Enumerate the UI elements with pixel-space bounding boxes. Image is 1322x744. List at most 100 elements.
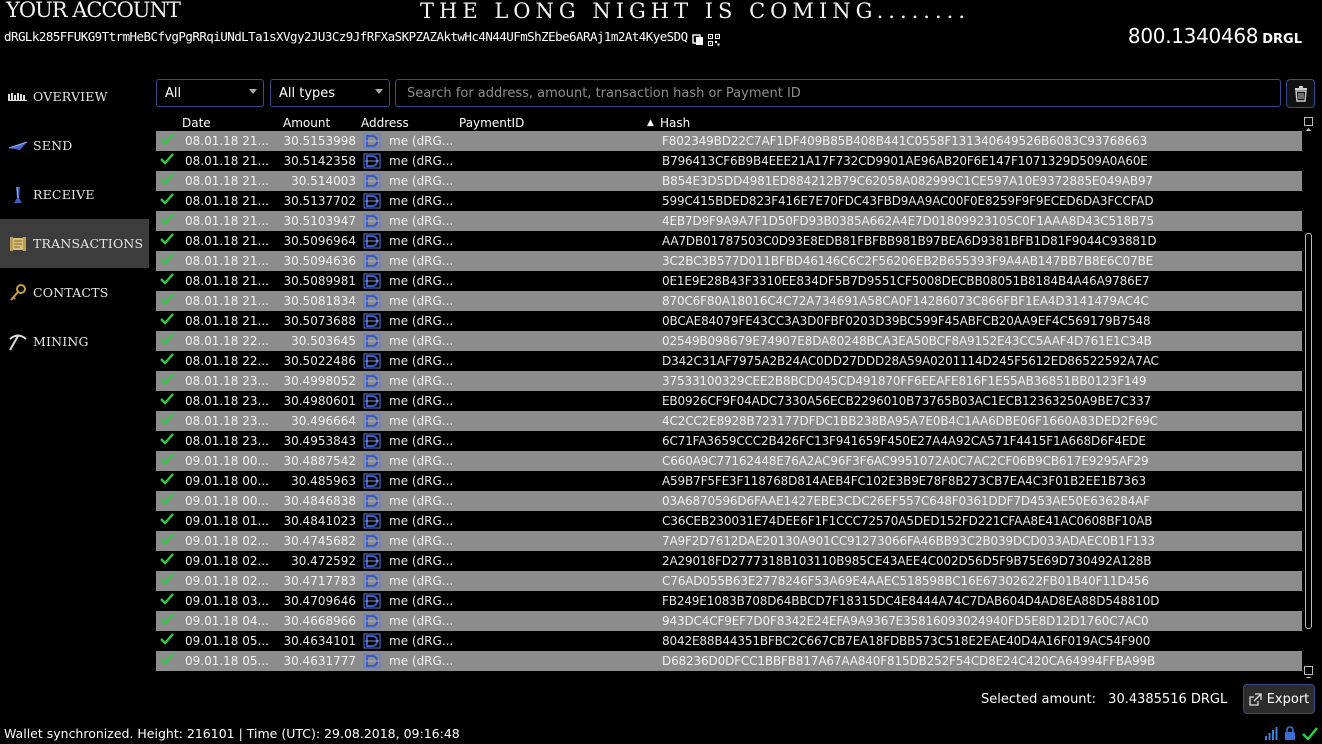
table-scrollbar[interactable] <box>1303 115 1315 678</box>
confirmed-check-icon <box>160 633 174 648</box>
row-date: 09.01.18 05... <box>185 634 269 648</box>
qr-code-icon[interactable] <box>707 31 720 46</box>
row-date: 08.01.18 21... <box>185 254 269 268</box>
table-row[interactable]: 09.01.18 04... 30.4668966 me (dRG... 943DC4… <box>156 611 1302 631</box>
column-header-date[interactable]: Date <box>182 116 211 130</box>
row-date: 08.01.18 23... <box>185 414 269 428</box>
table-row[interactable]: 08.01.18 21... 30.5137702 me (dRG... 599C41… <box>156 191 1302 211</box>
balance-ticker: DRGL <box>1262 32 1302 47</box>
confirmed-check-icon <box>160 373 174 388</box>
confirmed-check-icon <box>160 593 174 608</box>
scroll-up-button[interactable] <box>1304 117 1313 131</box>
table-row[interactable]: 08.01.18 23... 30.4980601 me (dRG... EB0926… <box>156 391 1302 411</box>
table-row[interactable]: 08.01.18 21... 30.5142358 me (dRG... B79641… <box>156 151 1302 171</box>
table-row[interactable]: 08.01.18 23... 30.496664 me (dRG... 4C2CC2E… <box>156 411 1302 431</box>
column-header-amount[interactable]: Amount <box>283 116 330 130</box>
table-row[interactable]: 08.01.18 22... 30.503645 me (dRG... 02549B0… <box>156 331 1302 351</box>
scroll-thumb[interactable] <box>1305 233 1312 629</box>
table-row[interactable]: 09.01.18 01... 30.4841023 me (dRG... C36CEB… <box>156 511 1302 531</box>
row-date: 09.01.18 02... <box>185 574 269 588</box>
row-address: me (dRG... <box>389 434 454 448</box>
column-header-payment-id[interactable]: PaymentID <box>459 116 524 130</box>
sidebar-item-mining[interactable]: MINING <box>0 317 149 366</box>
row-hash: C76AD055B63E2778246F53A69E4AAEC518598BC1… <box>662 574 1149 588</box>
table-row[interactable]: 08.01.18 21... 30.5153998 me (dRG... F80234… <box>156 131 1302 151</box>
row-address: me (dRG... <box>389 334 454 348</box>
table-row[interactable]: 08.01.18 21... 30.5073688 me (dRG... 0BCAE8… <box>156 311 1302 331</box>
row-date: 08.01.18 21... <box>185 294 269 308</box>
row-address: me (dRG... <box>389 494 454 508</box>
copy-icon[interactable] <box>691 31 704 45</box>
column-header-hash[interactable]: Hash <box>660 116 690 130</box>
sidebar-item-send[interactable]: SEND <box>0 121 149 170</box>
confirmed-check-icon <box>160 413 174 428</box>
column-header-address[interactable]: Address <box>361 116 409 130</box>
address-identicon-icon <box>363 653 381 672</box>
filter-bar: All All types <box>156 79 1315 109</box>
scroll-down-button[interactable] <box>1304 666 1313 678</box>
tagline: THE LONG NIGHT IS COMING........ <box>420 0 970 23</box>
row-amount: 30.514003 <box>291 174 356 188</box>
period-select[interactable]: All <box>156 79 264 107</box>
row-address: me (dRG... <box>389 474 454 488</box>
lock-icon[interactable] <box>1284 726 1296 740</box>
row-hash: F802349BD22C7AF1DF409B85B408B441C0558F13… <box>662 134 1148 148</box>
table-row-partial <box>156 671 1302 677</box>
row-hash: FB249E1083B708D64BBCD7F18315DC4E8444A74C… <box>662 594 1160 608</box>
table-row[interactable]: 08.01.18 21... 30.5089981 me (dRG... 0E1E9E… <box>156 271 1302 291</box>
clear-filter-button[interactable] <box>1286 79 1315 108</box>
wallet-address[interactable]: dRGLk285FFUKG9TtrmHeBCfvgPgRRqiUNdLTa1sX… <box>4 29 688 44</box>
send-icon <box>8 137 28 155</box>
table-row[interactable]: 08.01.18 21... 30.5096964 me (dRG... AA7DB0… <box>156 231 1302 251</box>
row-amount: 30.5081834 <box>283 294 356 308</box>
type-select[interactable]: All types <box>270 79 390 107</box>
table-row[interactable]: 09.01.18 05... 30.4634101 me (dRG... 8042E8… <box>156 631 1302 651</box>
trash-icon <box>1294 85 1307 102</box>
row-hash: 0E1E9E28B43F3310EE834DF5B7D9551CF5008DEC… <box>662 274 1150 288</box>
row-hash: 2A29018FD2777318B103110B985CE43AEE4C002D… <box>662 554 1152 568</box>
address-identicon-icon <box>363 313 381 332</box>
table-row[interactable]: 08.01.18 21... 30.5094636 me (dRG... 3C2BC3… <box>156 251 1302 271</box>
status-icons <box>1264 726 1318 740</box>
row-amount: 30.4634101 <box>283 634 356 648</box>
row-amount: 30.4846838 <box>283 494 356 508</box>
table-row[interactable]: 09.01.18 05... 30.4631777 me (dRG... D68236… <box>156 651 1302 671</box>
row-hash: 599C415BDED823F416E7E70FDC43FBD9AA9AC00F… <box>662 194 1154 208</box>
table-row[interactable]: 09.01.18 02... 30.4745682 me (dRG... 7A9F2D… <box>156 531 1302 551</box>
export-button[interactable]: Export <box>1243 684 1315 714</box>
table-row[interactable]: 08.01.18 23... 30.4998052 me (dRG... 375331… <box>156 371 1302 391</box>
row-address: me (dRG... <box>389 514 454 528</box>
confirmed-check-icon <box>160 493 174 508</box>
table-row[interactable]: 09.01.18 02... 30.4717783 me (dRG... C76AD0… <box>156 571 1302 591</box>
mining-icon <box>8 333 28 351</box>
row-date: 08.01.18 23... <box>185 434 269 448</box>
sidebar-item-transactions[interactable]: TRANSACTIONS <box>0 219 149 268</box>
row-address: me (dRG... <box>389 154 454 168</box>
table-row[interactable]: 09.01.18 00... 30.485963 me (dRG... A59B7F5… <box>156 471 1302 491</box>
confirmed-check-icon <box>160 253 174 268</box>
sidebar-item-label: CONTACTS <box>33 285 109 300</box>
table-row[interactable]: 08.01.18 23... 30.4953843 me (dRG... 6C71FA… <box>156 431 1302 451</box>
confirmed-check-icon <box>160 573 174 588</box>
table-row[interactable]: 09.01.18 00... 30.4887542 me (dRG... C660A9… <box>156 451 1302 471</box>
sidebar-item-receive[interactable]: RECEIVE <box>0 170 149 219</box>
sidebar-item-contacts[interactable]: CONTACTS <box>0 268 149 317</box>
row-date: 08.01.18 23... <box>185 374 269 388</box>
sidebar-item-overview[interactable]: OVERVIEW <box>0 72 149 121</box>
row-date: 09.01.18 04... <box>185 614 269 628</box>
row-address: me (dRG... <box>389 394 454 408</box>
table-row[interactable]: 08.01.18 22... 30.5022486 me (dRG... D342C3… <box>156 351 1302 371</box>
table-row[interactable]: 08.01.18 21... 30.5081834 me (dRG... 870C6F… <box>156 291 1302 311</box>
table-row[interactable]: 09.01.18 02... 30.472592 me (dRG... 2A29018… <box>156 551 1302 571</box>
network-signal-icon[interactable] <box>1264 726 1278 740</box>
table-row[interactable]: 08.01.18 21... 30.5103947 me (dRG... 4EB7D9… <box>156 211 1302 231</box>
row-amount: 30.4668966 <box>283 614 356 628</box>
row-amount: 30.472592 <box>291 554 356 568</box>
table-row[interactable]: 08.01.18 21... 30.514003 me (dRG... B854E3D… <box>156 171 1302 191</box>
sidebar-item-label: RECEIVE <box>33 187 95 202</box>
search-input[interactable] <box>395 79 1281 107</box>
table-row[interactable]: 09.01.18 00... 30.4846838 me (dRG... 03A687… <box>156 491 1302 511</box>
address-identicon-icon <box>363 613 381 632</box>
confirmed-check-icon <box>160 173 174 188</box>
table-row[interactable]: 09.01.18 03... 30.4709646 me (dRG... FB249E… <box>156 591 1302 611</box>
